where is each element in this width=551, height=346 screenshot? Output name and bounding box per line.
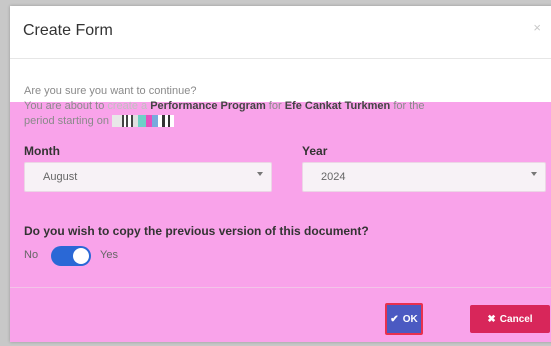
toggle-knob — [73, 248, 89, 264]
year-label: Year — [302, 144, 328, 158]
ok-button[interactable]: ✔ OK — [385, 303, 423, 335]
month-value: August — [43, 171, 78, 183]
toggle-yes-label: Yes — [100, 249, 118, 261]
cancel-button[interactable]: ✖ Cancel — [470, 305, 550, 333]
person-name: Efe Cankat Turkmen — [284, 100, 391, 112]
create-form-modal: Create Form × Are you sure you want to c… — [10, 6, 551, 342]
message-prefix: You are about to — [24, 100, 108, 112]
modal-footer: ✔ OK ✖ Cancel — [10, 287, 551, 342]
chevron-down-icon — [531, 172, 537, 176]
toggle-no-label: No — [24, 249, 39, 261]
month-label: Month — [24, 144, 60, 158]
message-tail: for the — [390, 100, 425, 112]
x-icon: ✖ — [487, 313, 496, 325]
cancel-label: Cancel — [499, 313, 533, 325]
check-icon: ✔ — [390, 313, 399, 325]
message-for: for — [265, 100, 285, 112]
year-value: 2024 — [321, 171, 346, 183]
period-text: period starting on — [24, 115, 113, 127]
copy-question: Do you wish to copy the previous version… — [24, 224, 369, 238]
year-select[interactable]: 2024 — [302, 162, 546, 192]
message-faint: create a — [107, 100, 151, 112]
start-date-value — [112, 115, 175, 128]
program-name: Performance Program — [150, 100, 266, 112]
message-line-2: You are about to create a Performance Pr… — [24, 99, 551, 114]
message-line-1: Are you sure you want to continue? — [24, 85, 197, 97]
copy-toggle-switch[interactable] — [51, 246, 91, 266]
chevron-down-icon — [257, 172, 263, 176]
close-icon[interactable]: × — [533, 20, 541, 35]
message-line-3: period starting on — [24, 114, 551, 129]
modal-title: Create Form — [23, 22, 113, 39]
confirm-message: Are you sure you want to continue? You a… — [24, 84, 551, 129]
month-select[interactable]: August — [24, 162, 272, 192]
ok-label: OK — [402, 313, 418, 325]
modal-header: Create Form × — [10, 6, 551, 59]
